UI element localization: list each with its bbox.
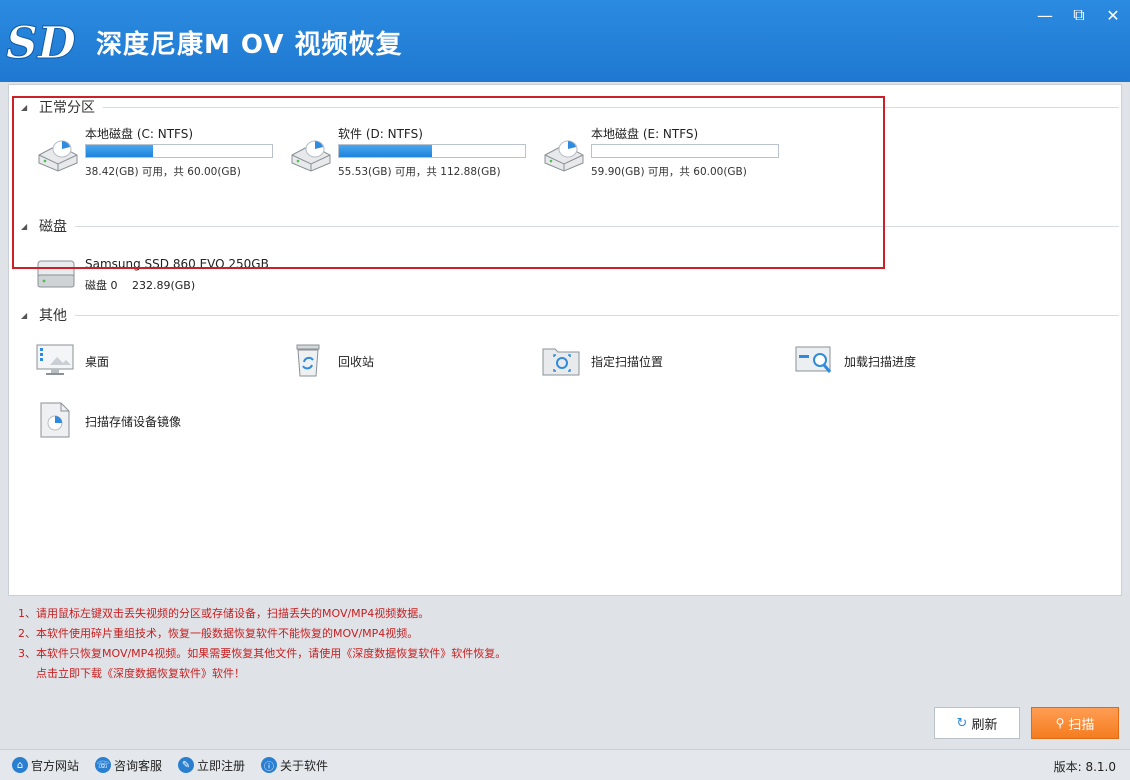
tip-line: 3、本软件只恢复MOV/MP4视频。如果需要恢复其他文件，请使用《深度数据恢复软… — [18, 647, 507, 660]
specify-location-item[interactable]: 指定扫描位置 — [541, 341, 761, 381]
disk-samsung-ssd[interactable]: Samsung SSD 860 EVO 250GB 磁盘 0 232.89(GB… — [35, 255, 295, 295]
divider — [103, 106, 1119, 108]
section-label: 磁盘 — [39, 219, 67, 235]
minimize-button[interactable]: — — [1028, 0, 1062, 30]
section-label: 其他 — [39, 308, 67, 324]
desktop-icon — [36, 344, 74, 375]
recycle-bin-item[interactable]: 回收站 — [288, 341, 508, 381]
website-link[interactable]: ⌂ 官方网站 — [12, 757, 79, 774]
tip-line: 1、请用鼠标左键双击丢失视频的分区或存储设备，扫描丢失的MOV/MP4视频数据。 — [18, 607, 430, 620]
section-label: 正常分区 — [39, 100, 95, 116]
divider — [75, 225, 1119, 227]
refresh-button[interactable]: ↻ 刷新 — [934, 707, 1020, 739]
window-controls: — ⧉ ✕ — [1028, 0, 1130, 30]
usage-bar-fill — [86, 145, 153, 157]
app-title: 深度尼康M OV 视频恢复 — [96, 30, 403, 60]
usage-bar-fill — [339, 145, 432, 157]
about-link[interactable]: ⓘ 关于软件 — [261, 757, 328, 774]
collapse-triangle-icon[interactable]: ◢ — [21, 222, 39, 231]
drive-e[interactable]: 本地磁盘 (E: NTFS) 59.90(GB) 可用，共 60.00(GB) — [541, 125, 791, 185]
usage-bar — [591, 144, 779, 158]
drive-name: 软件 (D: NTFS) — [338, 127, 423, 141]
load-progress-icon — [795, 346, 832, 373]
home-icon: ⌂ — [12, 757, 28, 773]
tips-panel: 1、请用鼠标左键双击丢失视频的分区或存储设备，扫描丢失的MOV/MP4视频数据。… — [18, 604, 506, 684]
register-icon: ✎ — [178, 757, 195, 773]
refresh-label: 刷新 — [971, 717, 998, 733]
divider — [75, 314, 1119, 316]
section-disks[interactable]: ◢ 磁盘 — [21, 216, 1119, 236]
register-link[interactable]: ✎ 立即注册 — [178, 757, 245, 774]
desktop-item[interactable]: 桌面 — [35, 341, 255, 381]
svg-text:SD: SD — [6, 18, 76, 64]
refresh-icon: ↻ — [956, 715, 968, 731]
specify-location-label: 指定扫描位置 — [591, 355, 664, 369]
title-bar: SD 深度尼康M OV 视频恢复 — ⧉ ✕ — [0, 0, 1130, 82]
drive-name: 本地磁盘 (C: NTFS) — [85, 127, 194, 141]
app-logo: SD — [6, 18, 77, 64]
collapse-triangle-icon[interactable]: ◢ — [21, 311, 39, 320]
drive-icon — [291, 140, 331, 172]
usage-bar — [85, 144, 273, 158]
download-link[interactable]: 点击立即下载《深度数据恢复软件》软件！ — [18, 664, 506, 684]
recycle-bin-label: 回收站 — [338, 355, 375, 369]
support-icon: ☏ — [95, 757, 112, 773]
tip-line: 2、本软件使用碎片重组技术，恢复一般数据恢复软件不能恢复的MOV/MP4视频。 — [18, 627, 419, 640]
hard-disk-icon — [37, 260, 75, 288]
disk-image-icon — [40, 402, 70, 438]
load-progress-item[interactable]: 加载扫描进度 — [794, 341, 1014, 381]
support-link[interactable]: ☏ 咨询客服 — [95, 757, 162, 774]
search-icon: ⚲ — [1055, 716, 1065, 730]
disk-capacity: 磁盘 0 232.89(GB) — [85, 279, 196, 292]
drive-c[interactable]: 本地磁盘 (C: NTFS) 38.42(GB) 可用，共 60.00(GB) — [35, 125, 285, 185]
drive-d[interactable]: 软件 (D: NTFS) 55.53(GB) 可用，共 112.88(GB) — [288, 125, 538, 185]
drive-capacity: 59.90(GB) 可用，共 60.00(GB) — [591, 166, 747, 178]
register-label: 立即注册 — [197, 758, 246, 773]
section-others[interactable]: ◢ 其他 — [21, 305, 1119, 325]
drive-capacity: 38.42(GB) 可用，共 60.00(GB) — [85, 166, 241, 178]
website-label: 官方网站 — [31, 758, 80, 773]
disk-image-label: 扫描存储设备镜像 — [85, 415, 182, 429]
folder-target-icon — [542, 348, 580, 376]
status-bar: ⌂ 官方网站 ☏ 咨询客服 ✎ 立即注册 ⓘ 关于软件 版本: 8.1.0 — [0, 749, 1130, 780]
usage-bar — [338, 144, 526, 158]
drive-icon — [38, 140, 78, 172]
version-label: 版本: 8.1.0 — [1053, 760, 1116, 774]
scan-button[interactable]: ⚲ 扫描 — [1031, 707, 1119, 739]
about-icon: ⓘ — [261, 757, 278, 773]
load-progress-label: 加载扫描进度 — [844, 355, 917, 369]
recycle-bin-icon — [296, 344, 320, 377]
drive-name: 本地磁盘 (E: NTFS) — [591, 127, 699, 141]
disk-image-item[interactable]: 扫描存储设备镜像 — [35, 401, 255, 441]
disk-name: Samsung SSD 860 EVO 250GB — [85, 257, 269, 271]
desktop-label: 桌面 — [85, 355, 110, 369]
close-button[interactable]: ✕ — [1096, 0, 1130, 30]
drive-capacity: 55.53(GB) 可用，共 112.88(GB) — [338, 166, 501, 178]
section-normal-partitions[interactable]: ◢ 正常分区 — [21, 97, 1119, 117]
main-panel: ◢ 正常分区 本地磁盘 (C: NTFS) 38.42(GB) 可用，共 60.… — [8, 84, 1122, 596]
scan-label: 扫描 — [1068, 717, 1095, 733]
about-label: 关于软件 — [280, 758, 329, 773]
support-label: 咨询客服 — [114, 758, 163, 773]
drive-icon — [544, 140, 584, 172]
restore-button[interactable]: ⧉ — [1062, 0, 1096, 30]
collapse-triangle-icon[interactable]: ◢ — [21, 103, 39, 112]
